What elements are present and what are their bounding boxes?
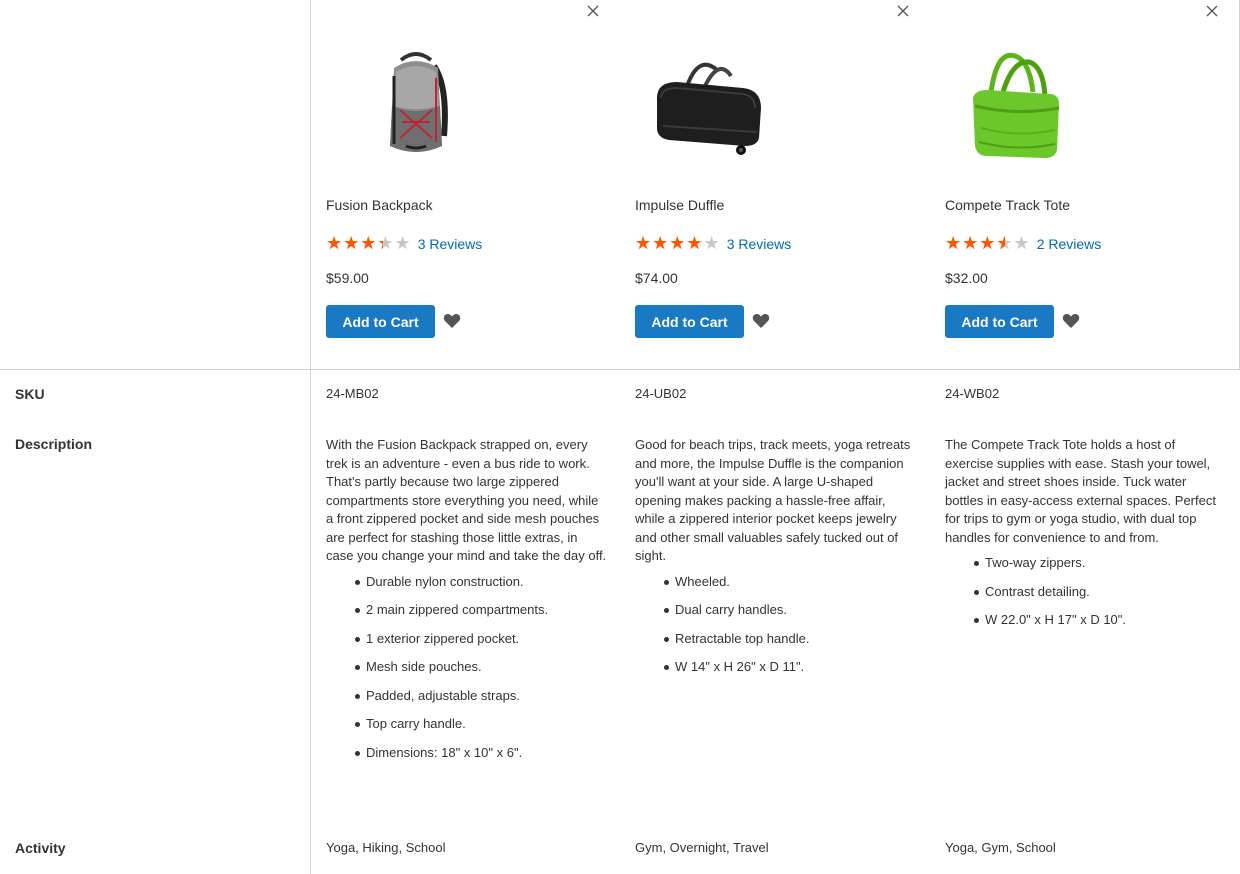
product-image-tote[interactable] — [957, 46, 1077, 166]
close-icon — [587, 5, 599, 17]
heart-icon — [443, 314, 461, 328]
product-activity: Yoga, Gym, School — [945, 840, 1056, 855]
product-image-backpack[interactable] — [356, 46, 476, 166]
rating-stars-filled: ★★★★★ — [945, 234, 1005, 254]
product-description: With the Fusion Backpack strapped on, ev… — [326, 436, 608, 772]
feature-item: Dimensions: 18" x 10" x 6". — [355, 744, 608, 763]
add-to-cart-button[interactable]: Add to Cart — [635, 305, 744, 338]
product-price: $32.00 — [945, 270, 988, 286]
product-price: $74.00 — [635, 270, 678, 286]
remove-product-button[interactable] — [583, 2, 603, 22]
description-text: With the Fusion Backpack strapped on, ev… — [326, 437, 607, 563]
feature-item: Two-way zippers. — [974, 554, 1227, 573]
feature-list: Durable nylon construction. 2 main zippe… — [326, 573, 608, 763]
column-divider — [310, 0, 311, 874]
product-price: $59.00 — [326, 270, 369, 286]
product-image-duffle[interactable] — [647, 46, 767, 166]
feature-item: W 14" x H 26" x D 11". — [664, 658, 917, 677]
product-rating: ★★★★★ ★★★★★ 3 Reviews — [326, 234, 482, 254]
close-icon — [1206, 5, 1218, 17]
description-row-label: Description — [15, 436, 93, 452]
product-sku: 24-WB02 — [945, 386, 1000, 401]
product-rating: ★★★★★ ★★★★★ 3 Reviews — [635, 234, 791, 254]
feature-item: Retractable top handle. — [664, 630, 917, 649]
description-text: Good for beach trips, track meets, yoga … — [635, 437, 911, 563]
product-rating: ★★★★★ ★★★★★ 2 Reviews — [945, 234, 1101, 254]
product-name[interactable]: Impulse Duffle — [635, 197, 724, 213]
add-to-cart-button[interactable]: Add to Cart — [326, 305, 435, 338]
rating-stars: ★★★★★ ★★★★★ — [945, 234, 1031, 254]
heart-icon — [1062, 314, 1080, 328]
product-description: Good for beach trips, track meets, yoga … — [635, 436, 917, 687]
rating-stars: ★★★★★ ★★★★★ — [326, 234, 412, 254]
product-name[interactable]: Fusion Backpack — [326, 197, 433, 213]
feature-item: W 22.0" x H 17" x D 10". — [974, 611, 1227, 630]
product-sku: 24-UB02 — [635, 386, 687, 401]
product-activity: Yoga, Hiking, School — [326, 840, 446, 855]
compare-products-page: SKU Description Activity Fusion Backpack… — [0, 0, 1240, 874]
reviews-link[interactable]: 2 Reviews — [1037, 236, 1102, 252]
product-name[interactable]: Compete Track Tote — [945, 197, 1070, 213]
attribute-label-column: SKU Description Activity — [0, 0, 310, 874]
rating-stars-filled: ★★★★★ — [635, 234, 704, 254]
feature-item: 1 exterior zippered pocket. — [355, 630, 608, 649]
product-description: The Compete Track Tote holds a host of e… — [945, 436, 1227, 640]
feature-item: Wheeled. — [664, 573, 917, 592]
rating-stars-filled: ★★★★★ — [326, 234, 383, 254]
row-divider — [0, 369, 1240, 370]
wishlist-button[interactable] — [443, 313, 463, 331]
rating-stars: ★★★★★ ★★★★★ — [635, 234, 721, 254]
tote-bag-image — [973, 52, 1060, 158]
backpack-image — [390, 52, 448, 152]
feature-item: Durable nylon construction. — [355, 573, 608, 592]
close-icon — [897, 5, 909, 17]
reviews-link[interactable]: 3 Reviews — [727, 236, 792, 252]
feature-item: Padded, adjustable straps. — [355, 687, 608, 706]
description-text: The Compete Track Tote holds a host of e… — [945, 437, 1216, 545]
reviews-link[interactable]: 3 Reviews — [418, 236, 483, 252]
feature-list: Wheeled. Dual carry handles. Retractable… — [635, 573, 917, 677]
activity-row-label: Activity — [15, 840, 66, 856]
duffle-bag-image — [657, 62, 761, 155]
product-activity: Gym, Overnight, Travel — [635, 840, 769, 855]
feature-list: Two-way zippers. Contrast detailing. W 2… — [945, 554, 1227, 630]
sku-row-label: SKU — [15, 386, 45, 402]
wishlist-button[interactable] — [1062, 313, 1082, 331]
feature-item: Dual carry handles. — [664, 601, 917, 620]
remove-product-button[interactable] — [893, 2, 913, 22]
remove-product-button[interactable] — [1202, 2, 1222, 22]
product-sku: 24-MB02 — [326, 386, 379, 401]
feature-item: 2 main zippered compartments. — [355, 601, 608, 620]
add-to-cart-button[interactable]: Add to Cart — [945, 305, 1054, 338]
feature-item: Contrast detailing. — [974, 583, 1227, 602]
feature-item: Mesh side pouches. — [355, 658, 608, 677]
wishlist-button[interactable] — [752, 313, 772, 331]
heart-icon — [752, 314, 770, 328]
feature-item: Top carry handle. — [355, 715, 608, 734]
